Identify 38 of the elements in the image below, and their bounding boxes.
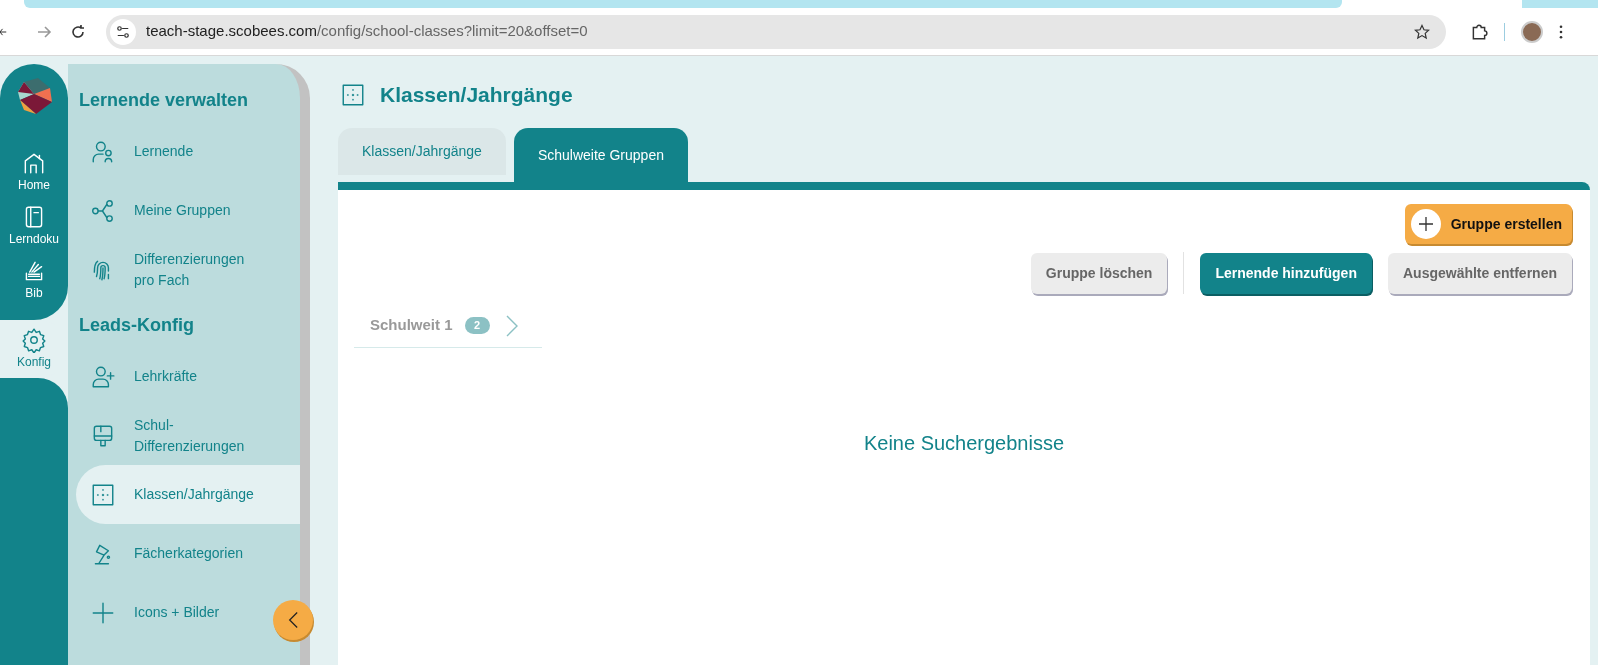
- sidebar-item[interactable]: Lehrkräfte: [76, 347, 264, 406]
- address-bar[interactable]: teach-stage.scobees.com/config/school-classes?limit=20&offset=0: [106, 14, 1446, 49]
- chevron-right-icon: [505, 314, 518, 337]
- share-icon: [90, 197, 116, 224]
- star-icon[interactable]: [1414, 23, 1430, 40]
- tab[interactable]: Klassen/Jahrgänge: [338, 128, 506, 175]
- sidebar-item[interactable]: Lernende: [76, 122, 264, 181]
- group-list-item[interactable]: Schulweit 1 2: [354, 304, 542, 348]
- create-group-button[interactable]: Gruppe erstellen: [1404, 204, 1572, 244]
- tab[interactable]: Schulweite Gruppen: [513, 128, 688, 182]
- extensions-icon[interactable]: [1470, 22, 1488, 41]
- sidebar-item[interactable]: Schul-Differenzierungen: [76, 406, 264, 465]
- sidebar-item[interactable]: Icons + Bilder: [76, 583, 264, 642]
- section-heading: Leads-Konfig: [78, 314, 195, 337]
- plus-icon: [1417, 216, 1434, 232]
- profile-avatar[interactable]: [1521, 20, 1543, 43]
- action-button[interactable]: Lernende hinzufügen: [1200, 252, 1372, 294]
- grid-square-icon: [340, 82, 366, 108]
- rail-nav-item[interactable]: Lerndoku: [0, 204, 68, 258]
- page-title: Klassen/Jahrgänge: [380, 82, 573, 109]
- sidebar-item[interactable]: Differenzierungen pro Fach: [76, 240, 264, 299]
- count-badge: 2: [464, 317, 490, 334]
- url-text: teach-stage.scobees.com/config/school-classes?limit=20&offset=0: [146, 21, 588, 42]
- site-settings-icon[interactable]: [110, 18, 136, 45]
- menu-icon[interactable]: [1559, 24, 1563, 39]
- reload-icon[interactable]: [70, 23, 86, 40]
- settings-icon: [21, 327, 47, 353]
- section-heading: Lernende verwalten: [78, 89, 250, 112]
- empty-message: Keine Suchergebnisse: [863, 431, 1065, 456]
- sidebar-item[interactable]: Meine Gruppen: [76, 181, 264, 240]
- forward-icon[interactable]: [36, 23, 52, 40]
- chevron-left-icon: [288, 610, 298, 630]
- rail-nav-item[interactable]: Home: [0, 150, 68, 204]
- rail-nav-item[interactable]: Bib: [0, 258, 68, 312]
- sidebar-item[interactable]: Klassen/Jahrgänge: [76, 465, 300, 524]
- action-button[interactable]: Gruppe löschen: [1030, 252, 1168, 294]
- sidebar-item[interactable]: Fächerkategorien: [76, 524, 264, 583]
- action-button[interactable]: Ausgewählte entfernen: [1387, 252, 1572, 294]
